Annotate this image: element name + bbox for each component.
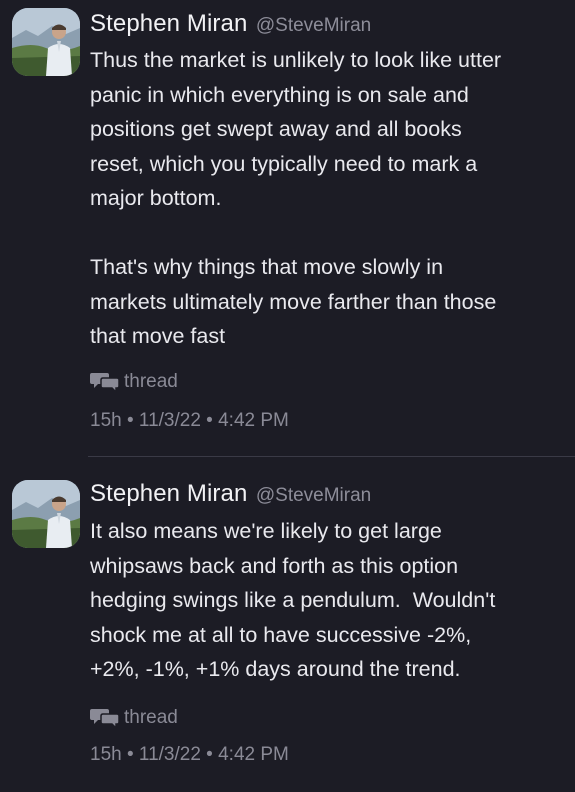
author-handle[interactable]: @SteveMiran (256, 485, 371, 506)
tweet[interactable]: Stephen Miran @SteveMiran Thus the marke… (0, 0, 575, 458)
tweet-header: Stephen Miran @SteveMiran (90, 10, 371, 38)
timestamp[interactable]: 15h • 11/3/22 • 4:42 PM (90, 744, 289, 766)
divider (88, 456, 575, 457)
avatar[interactable] (12, 480, 80, 548)
author-name[interactable]: Stephen Miran (90, 480, 247, 507)
timestamp[interactable]: 15h • 11/3/22 • 4:42 PM (90, 410, 289, 432)
speech-bubbles-icon (90, 707, 120, 729)
thread-link[interactable]: thread (90, 707, 178, 729)
author-handle[interactable]: @SteveMiran (256, 15, 371, 36)
tweet-text: Thus the market is unlikely to look like… (90, 48, 502, 348)
author-name[interactable]: Stephen Miran (90, 10, 247, 37)
tweet-header: Stephen Miran @SteveMiran (90, 480, 371, 508)
thread-link[interactable]: thread (90, 371, 178, 393)
speech-bubbles-icon (90, 371, 120, 393)
tweet-text: It also means we're likely to get large … (90, 519, 496, 681)
tweet[interactable]: Stephen Miran @SteveMiran It also means … (0, 458, 575, 792)
thread-label: thread (124, 707, 178, 728)
thread-label: thread (124, 371, 178, 392)
avatar-photo (12, 8, 80, 76)
avatar-photo (12, 480, 80, 548)
avatar[interactable] (12, 8, 80, 76)
